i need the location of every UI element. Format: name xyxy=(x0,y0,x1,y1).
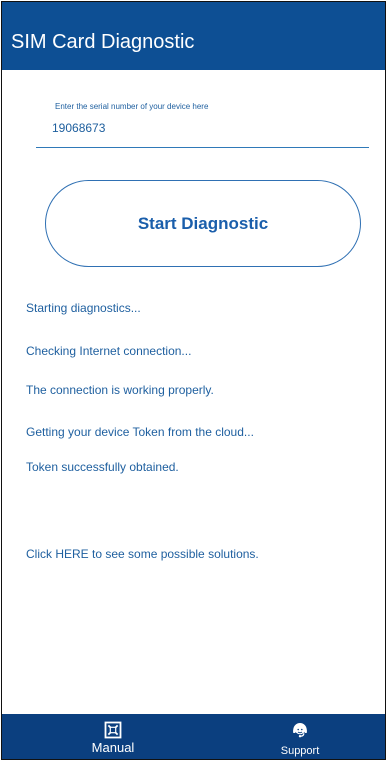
nav-item-manual[interactable]: Manual xyxy=(70,714,156,759)
log-line: Token successfully obtained. xyxy=(26,460,179,474)
nav-item-support[interactable]: Support xyxy=(257,714,343,759)
diagnostic-log: Starting diagnostics... Checking Interne… xyxy=(26,2,366,759)
log-line: The connection is working properly. xyxy=(26,383,214,397)
nav-label-manual: Manual xyxy=(91,740,135,755)
support-icon xyxy=(293,723,307,738)
possible-solutions-link[interactable]: Click HERE to see some possible solution… xyxy=(26,546,259,562)
manual-icon xyxy=(104,721,122,739)
log-line: Starting diagnostics... xyxy=(26,301,141,315)
log-line: Getting your device Token from the cloud… xyxy=(26,425,254,439)
log-line: Checking Internet connection... xyxy=(26,344,192,358)
bottom-navigation: Manual Support xyxy=(2,714,385,759)
nav-label-support: Support xyxy=(280,745,320,757)
app-screen: SIM Card Diagnostic Enter the serial num… xyxy=(1,1,386,760)
